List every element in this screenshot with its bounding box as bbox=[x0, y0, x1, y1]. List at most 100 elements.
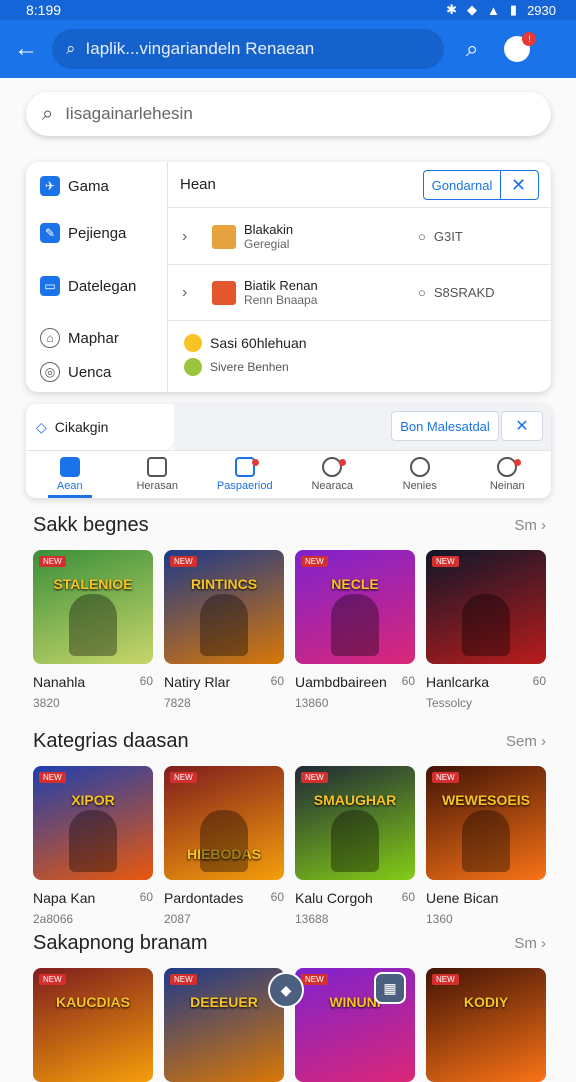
notification-badge: ! bbox=[522, 32, 537, 46]
status-time: 8:199 bbox=[26, 2, 62, 18]
game-image: NEW STALENIOE bbox=[33, 550, 153, 664]
menu-item-gama[interactable]: ✈ Gama bbox=[40, 176, 109, 196]
menu-item-pejienga[interactable]: ✎ Pejienga bbox=[40, 223, 126, 243]
game-image: NEW NECLE bbox=[295, 550, 415, 664]
close-icon[interactable]: ✕ bbox=[501, 411, 543, 441]
game-image: NEW HIEBODAS bbox=[164, 766, 284, 880]
comment-icon: ○ bbox=[418, 285, 426, 300]
game-image: NEW WEWESOEIS bbox=[426, 766, 546, 880]
category-menu: ✈ Gama ✎ Pejienga ▭ Datelegan ⌂ Maphar ◎ Uenc… bbox=[26, 162, 168, 392]
game-image: NEW SMAUGHAR bbox=[295, 766, 415, 880]
panel-header: Hean Gondarnal ✕ bbox=[168, 162, 551, 208]
dropdown-panel: ✈ Gama ✎ Pejienga ▭ Datelegan ⌂ Maphar ◎ Uenc… bbox=[26, 162, 551, 392]
tab-label[interactable]: ◇ Cikakgin bbox=[26, 404, 174, 450]
game-card[interactable]: NEW DEEEUER bbox=[164, 968, 284, 1082]
game-card[interactable]: NEW NECLE Uambdbaireen 60 13860 bbox=[295, 550, 415, 710]
search-input[interactable]: ⌕ Iisagainarlehesin bbox=[26, 92, 551, 136]
game-card[interactable]: NEW WEWESOEIS Uene Bican 1360 bbox=[426, 766, 546, 926]
plane-icon: ✈ bbox=[40, 176, 60, 196]
search-icon: ⌕ bbox=[66, 39, 76, 58]
top-search-text: Iaplik...vingariandeln Renaean bbox=[85, 39, 315, 58]
panel-row[interactable]: › Biatik Renan Renn Bnaapa ○ S8SRAKD bbox=[168, 265, 551, 321]
grid-icon: ▦ bbox=[383, 979, 397, 996]
section: Kategrias daasan Sem › NEW XIPOR Napa Kan 60… bbox=[33, 726, 576, 926]
see-more-link[interactable]: Sem › bbox=[506, 733, 546, 750]
game-card[interactable]: NEW RINTINCS Natiry Rlar 60 7828 bbox=[164, 550, 284, 710]
menu-item-maphar[interactable]: ⌂ Maphar bbox=[40, 328, 119, 348]
section-title: Kategrias daasan bbox=[33, 729, 189, 752]
floating-menu-button[interactable]: ▦ bbox=[374, 972, 406, 1004]
game-image: NEW RINTINCS bbox=[164, 550, 284, 664]
wifi-icon: ◆ bbox=[467, 2, 478, 17]
game-card[interactable]: NEW KODIY bbox=[426, 968, 546, 1082]
game-card[interactable]: NEW STALENIOE Nanahla 60 3820 bbox=[33, 550, 153, 710]
back-icon[interactable]: ← bbox=[14, 35, 52, 63]
app-thumb bbox=[212, 224, 236, 249]
chevron-right-icon: › bbox=[182, 283, 188, 301]
compass-icon: ◎ bbox=[40, 362, 60, 382]
game-card[interactable]: NEW KAUCDIAS bbox=[33, 968, 153, 1082]
section-title: Sakk begnes bbox=[33, 513, 149, 536]
row-meta: ○ G3IT bbox=[418, 229, 463, 244]
emoji-icon bbox=[184, 334, 202, 352]
nav-updates[interactable]: Paspaeriod bbox=[201, 451, 289, 498]
tab-action-button[interactable]: Bon Malesatdal bbox=[391, 411, 499, 441]
nav-home[interactable]: Aean bbox=[26, 451, 114, 498]
chevron-right-icon: › bbox=[182, 227, 188, 245]
search-icon[interactable]: ⌕ bbox=[466, 36, 478, 62]
library-icon bbox=[147, 457, 168, 477]
edit-icon: ✎ bbox=[40, 223, 60, 243]
home-icon bbox=[59, 457, 80, 477]
game-image: NEW DEEEUER bbox=[164, 968, 284, 1082]
close-icon[interactable]: ✕ bbox=[499, 170, 539, 200]
nav-check[interactable]: Nenies bbox=[376, 451, 464, 498]
game-image: NEW XIPOR bbox=[33, 766, 153, 880]
game-image: NEW KODIY bbox=[426, 968, 546, 1082]
top-search-field[interactable]: ⌕ Iaplik...vingariandeln Renaean bbox=[52, 29, 444, 69]
game-card[interactable]: NEW HIEBODAS Pardontades 60 2087 bbox=[164, 766, 284, 926]
notification-dot bbox=[339, 459, 346, 466]
see-more-link[interactable]: Sm › bbox=[514, 935, 546, 952]
panel-action-button[interactable]: Gondarnal bbox=[423, 170, 501, 200]
status-bar: 8:199 ✱ ◆ ▲ ▮ 2930 bbox=[0, 0, 576, 20]
section-title: Sakapnong branam bbox=[33, 931, 208, 954]
panel-title: Hean bbox=[180, 176, 216, 193]
nav-favorites[interactable]: Nearaca bbox=[289, 451, 377, 498]
app-bar: ← ⌕ Iaplik...vingariandeln Renaean ⌕ ! bbox=[0, 20, 576, 78]
battery-icon: ▮ bbox=[509, 2, 518, 17]
nav-bar: Aean Herasan Paspaeriod Nearaca Nenies N… bbox=[26, 450, 551, 498]
section: Sakk begnes Sm › NEW STALENIOE Nanahla 60 382… bbox=[33, 510, 576, 710]
game-image: NEW bbox=[426, 550, 546, 664]
status-battery: 2930 bbox=[527, 2, 556, 18]
location-icon: ◇ bbox=[36, 418, 47, 435]
floating-action-button[interactable]: ◆ bbox=[268, 972, 304, 1008]
bluetooth-icon: ✱ bbox=[446, 2, 458, 17]
nav-library[interactable]: Herasan bbox=[114, 451, 202, 498]
game-image: NEW KAUCDIAS bbox=[33, 968, 153, 1082]
game-card[interactable]: NEW Hanlcarka 60 Tessolcy bbox=[426, 550, 546, 710]
avatar[interactable]: ! bbox=[504, 32, 537, 62]
game-card[interactable]: NEW XIPOR Napa Kan 60 2a8066 bbox=[33, 766, 153, 926]
panel-row[interactable]: › Blakakin Geregial ○ G3IT bbox=[168, 209, 551, 265]
menu-item-datelegan[interactable]: ▭ Datelegan bbox=[40, 276, 136, 296]
app-thumb bbox=[212, 280, 236, 305]
see-more-link[interactable]: Sm › bbox=[514, 517, 546, 534]
map-icon: ⌂ bbox=[40, 328, 60, 348]
list-item[interactable]: Sasi 60hlehuan bbox=[184, 334, 307, 352]
section: Sakapnong branam Sm › NEW KAUCDIAS NEW DEEE… bbox=[33, 928, 576, 1082]
tab-box: ◇ Cikakgin Bon Malesatdal ✕ Aean Herasan … bbox=[26, 404, 551, 498]
check-icon bbox=[409, 457, 430, 477]
menu-item-uenca[interactable]: ◎ Uenca bbox=[40, 362, 111, 382]
signal-icon: ▲ bbox=[487, 2, 500, 18]
row-meta: ○ S8SRAKD bbox=[418, 285, 495, 300]
comment-icon: ○ bbox=[418, 229, 426, 244]
monitor-icon: ▭ bbox=[40, 276, 60, 296]
notification-dot bbox=[251, 459, 259, 466]
game-card[interactable]: NEW SMAUGHAR Kalu Corgoh 60 13688 bbox=[295, 766, 415, 926]
nav-settings[interactable]: Neinan bbox=[464, 451, 552, 498]
search-placeholder: Iisagainarlehesin bbox=[65, 104, 193, 123]
search-icon: ⌕ bbox=[42, 102, 54, 125]
notification-dot bbox=[514, 459, 521, 466]
list-item[interactable]: Sivere Benhen bbox=[184, 358, 289, 376]
emoji-icon bbox=[184, 358, 202, 376]
